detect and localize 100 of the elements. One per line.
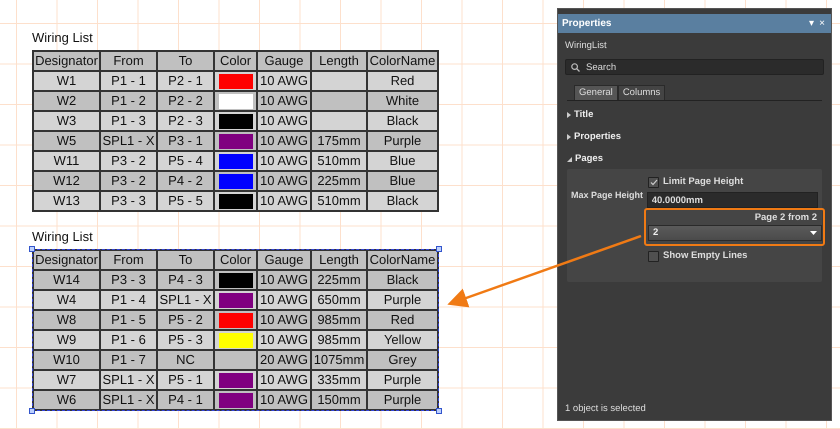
column-header: ColorName [367,250,438,270]
table-cell: W12 [33,171,100,191]
menu-button[interactable]: ▾ [804,18,814,28]
table-cell: P1 - 6 [100,330,157,350]
table-cell: 10 AWG [257,390,311,410]
column-header: From [100,250,157,270]
table-cell: Purple [367,131,438,151]
table-cell: P5 - 4 [157,151,214,171]
table-cell: Red [367,310,438,330]
table-cell: P5 - 5 [157,191,214,211]
table-cell: SPL1 - X [100,390,157,410]
table-cell: 10 AWG [257,171,311,191]
table-cell: P4 - 3 [157,270,214,290]
column-header: Gauge [257,51,311,71]
panel-title: Properties [562,17,612,31]
table-cell: P3 - 2 [100,171,157,191]
column-header: From [100,51,157,71]
table-cell: 10 AWG [257,290,311,310]
table-cell: W5 [33,131,100,151]
field-label: Max Page Height [571,188,644,202]
table-cell: 10 AWG [257,151,311,171]
table-title: Wiring List [32,31,93,45]
table-cell: P4 - 2 [157,171,214,191]
table-cell: 650mm [311,290,367,310]
table-cell: P5 - 1 [157,370,214,390]
table-cell: 150mm [311,390,367,410]
table-cell: Purple [367,290,438,310]
panel-tab[interactable]: Columns [618,85,666,100]
table-cell: P5 - 2 [157,310,214,330]
caret-icon [810,231,817,236]
expand-icon [567,134,571,140]
table-cell: P1 - 2 [100,91,157,111]
table-cell: 1075mm [311,350,367,370]
search-field[interactable]: Search [565,59,824,75]
table-cell: Grey [367,350,438,370]
table-cell: 20 AWG [257,350,311,370]
column-header: To [157,250,214,270]
table-cell: 10 AWG [257,111,311,131]
table-cell: P3 - 3 [100,270,157,290]
page-dropdown[interactable]: 2 [648,225,822,242]
table-cell: 510mm [311,191,367,211]
table-title: Wiring List [32,230,93,244]
section-header[interactable]: Pages [567,153,831,165]
table-cell: 985mm [311,330,367,350]
table-cell: Black [367,191,438,211]
column-header: Designator [33,250,100,270]
table-cell: 10 AWG [257,310,311,330]
object-name: WiringList [565,40,608,52]
checkbox-label: Show Empty Lines [663,249,748,264]
selection-handle[interactable] [29,246,35,252]
column-header: Gauge [257,250,311,270]
expand-icon [567,112,571,118]
table-cell: W6 [33,390,100,410]
table-cell: SPL1 - X [100,370,157,390]
table-cell: P5 - 3 [157,330,214,350]
selection-handle[interactable] [436,246,442,252]
selection-handle[interactable] [436,408,442,414]
table-cell: P2 - 3 [157,111,214,131]
table-cell: P2 - 1 [157,71,214,91]
table-cell: P1 - 7 [100,350,157,370]
table-cell: 985mm [311,310,367,330]
column-header: Length [311,250,367,270]
table-cell: 10 AWG [257,71,311,91]
column-header: Color [214,250,257,270]
column-header: Length [311,51,367,71]
table-cell: W7 [33,370,100,390]
table-cell: 10 AWG [257,131,311,151]
table-cell: W3 [33,111,100,131]
table-cell: Black [367,111,438,131]
section-header[interactable]: Properties [567,131,831,143]
table-cell: Blue [367,151,438,171]
table-cell: Red [367,71,438,91]
table-cell: W14 [33,270,100,290]
page-caption: Page 2 from 2 [754,212,818,224]
column-header: Designator [33,51,100,71]
panel-tab[interactable]: General [574,85,618,100]
table-cell: W9 [33,330,100,350]
table-cell: P1 - 3 [100,111,157,131]
checkbox[interactable] [648,250,659,262]
selection-handle[interactable] [29,408,35,414]
table-cell: W11 [33,151,100,171]
table-cell: P2 - 2 [157,91,214,111]
column-header: To [157,51,214,71]
table-cell: NC [157,350,214,370]
table-cell: SPL1 - X [157,290,214,310]
table-cell: W10 [33,350,100,370]
close-button[interactable]: × [814,18,825,28]
table-cell: 10 AWG [257,370,311,390]
column-header: Color [214,51,257,71]
section-header[interactable]: Title [567,109,831,121]
checkbox[interactable] [648,176,659,188]
table-cell: White [367,91,438,111]
table-cell: P4 - 1 [157,390,214,410]
table-cell: P1 - 4 [100,290,157,310]
table-cell: W13 [33,191,100,211]
table-cell: 10 AWG [257,270,311,290]
table-cell: P3 - 2 [100,151,157,171]
table-cell: P1 - 5 [100,310,157,330]
input-field[interactable]: 40.0000mm [646,192,818,208]
status-text: 1 object is selected [565,402,647,416]
